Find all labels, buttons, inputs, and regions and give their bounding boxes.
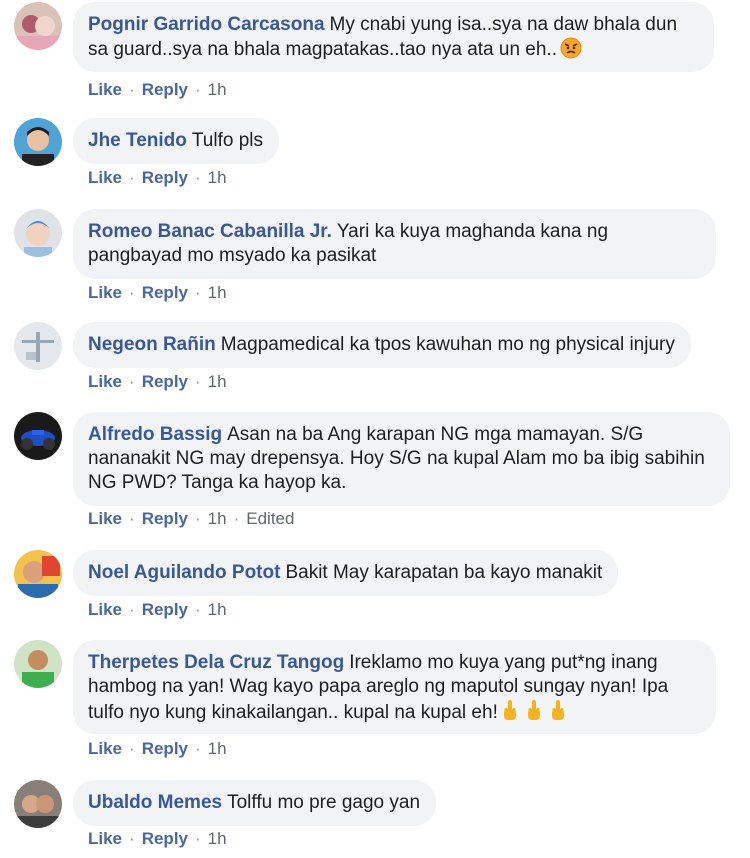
comment-author[interactable]: Ubaldo Memes — [88, 792, 222, 813]
timestamp[interactable]: 1h — [208, 283, 227, 302]
like-link[interactable]: Like — [88, 283, 122, 302]
separator: · — [195, 168, 201, 187]
timestamp[interactable]: 1h — [208, 600, 227, 619]
reply-link[interactable]: Reply — [142, 80, 188, 99]
comment-bubble: Negeon Rañin Magpamedical ka tpos kawuhan… — [73, 322, 691, 368]
separator: · — [195, 829, 201, 848]
comment-text: Magpamedical ka tpos kawuhan mo ng physi… — [220, 334, 675, 355]
reply-link[interactable]: Reply — [142, 829, 188, 848]
comment-bubble: Jhe Tenido Tulfo pls — [73, 118, 279, 164]
avatar[interactable] — [14, 550, 62, 598]
like-link[interactable]: Like — [88, 739, 122, 758]
reply-link[interactable]: Reply — [142, 739, 188, 758]
separator: · — [129, 283, 135, 302]
separator: · — [129, 509, 135, 528]
like-link[interactable]: Like — [88, 829, 122, 848]
angry-face-icon — [560, 37, 582, 66]
avatar[interactable] — [14, 412, 62, 460]
comment-bubble: Pognir Garrido Carcasona My cnabi yung is… — [73, 2, 714, 72]
comment-actions: Like · Reply · 1h — [88, 600, 227, 620]
separator: · — [195, 283, 201, 302]
separator: · — [129, 829, 135, 848]
comment-actions: Like · Reply · 1h — [88, 283, 227, 303]
comment-bubble: Romeo Banac Cabanilla Jr. Yari ka kuya ma… — [73, 209, 716, 279]
middle-finger-icon — [549, 699, 567, 730]
separator: · — [195, 600, 201, 619]
separator: · — [129, 372, 135, 391]
separator: · — [195, 80, 201, 99]
timestamp[interactable]: 1h — [208, 739, 227, 758]
comment-author[interactable]: Negeon Rañin — [88, 334, 216, 355]
like-link[interactable]: Like — [88, 372, 122, 391]
comment-author[interactable]: Jhe Tenido — [88, 130, 187, 151]
avatar[interactable] — [14, 640, 62, 688]
like-link[interactable]: Like — [88, 600, 122, 619]
timestamp[interactable]: 1h — [208, 829, 227, 848]
comment-actions: Like · Reply · 1h · Edited — [88, 509, 294, 529]
middle-finger-icon — [525, 699, 543, 730]
timestamp[interactable]: 1h — [208, 168, 227, 187]
timestamp[interactable]: 1h — [208, 372, 227, 391]
comment-text: Bakit May karapatan ba kayo manakit — [285, 562, 603, 583]
separator: · — [129, 600, 135, 619]
comment-actions: Like · Reply · 1h — [88, 829, 227, 849]
comment-text: Tulfo pls — [191, 130, 263, 151]
comment-actions: Like · Reply · 1h — [88, 168, 227, 188]
comment-bubble: Ubaldo Memes Tolffu mo pre gago yan — [73, 780, 437, 826]
separator: · — [195, 739, 201, 758]
reply-link[interactable]: Reply — [142, 372, 188, 391]
separator: · — [233, 509, 240, 528]
reply-link[interactable]: Reply — [142, 168, 188, 187]
reply-link[interactable]: Reply — [142, 600, 188, 619]
comment-author[interactable]: Noel Aguilando Potot — [88, 562, 280, 583]
comment-actions: Like · Reply · 1h — [88, 739, 227, 759]
avatar[interactable] — [14, 780, 62, 828]
like-link[interactable]: Like — [88, 509, 122, 528]
reply-link[interactable]: Reply — [142, 283, 188, 302]
separator: · — [195, 372, 201, 391]
reply-link[interactable]: Reply — [142, 509, 188, 528]
comment-author[interactable]: Romeo Banac Cabanilla Jr. — [88, 221, 332, 242]
comment-author[interactable]: Therpetes Dela Cruz Tangog — [88, 652, 344, 673]
avatar[interactable] — [14, 2, 62, 50]
like-link[interactable]: Like — [88, 168, 122, 187]
avatar[interactable] — [14, 118, 62, 166]
avatar[interactable] — [14, 209, 62, 257]
comment-bubble: Noel Aguilando Potot Bakit May karapatan … — [73, 550, 619, 596]
comment-bubble: Therpetes Dela Cruz Tangog Ireklamo mo ku… — [73, 640, 716, 734]
comment-author[interactable]: Alfredo Bassig — [88, 424, 222, 445]
avatar[interactable] — [14, 322, 62, 370]
timestamp[interactable]: 1h — [208, 509, 227, 528]
comment-bubble: Alfredo Bassig Asan na ba Ang karapan NG … — [73, 412, 730, 506]
middle-finger-icon — [501, 699, 519, 730]
edited-label[interactable]: Edited — [246, 509, 294, 528]
separator: · — [129, 739, 135, 758]
like-link[interactable]: Like — [88, 80, 122, 99]
comment-actions: Like · Reply · 1h — [88, 80, 227, 100]
timestamp[interactable]: 1h — [208, 80, 227, 99]
separator: · — [195, 509, 201, 528]
comment-actions: Like · Reply · 1h — [88, 372, 227, 392]
comment-text: Tolffu mo pre gago yan — [227, 792, 421, 813]
comment-author[interactable]: Pognir Garrido Carcasona — [88, 14, 325, 35]
separator: · — [129, 168, 135, 187]
separator: · — [129, 80, 135, 99]
